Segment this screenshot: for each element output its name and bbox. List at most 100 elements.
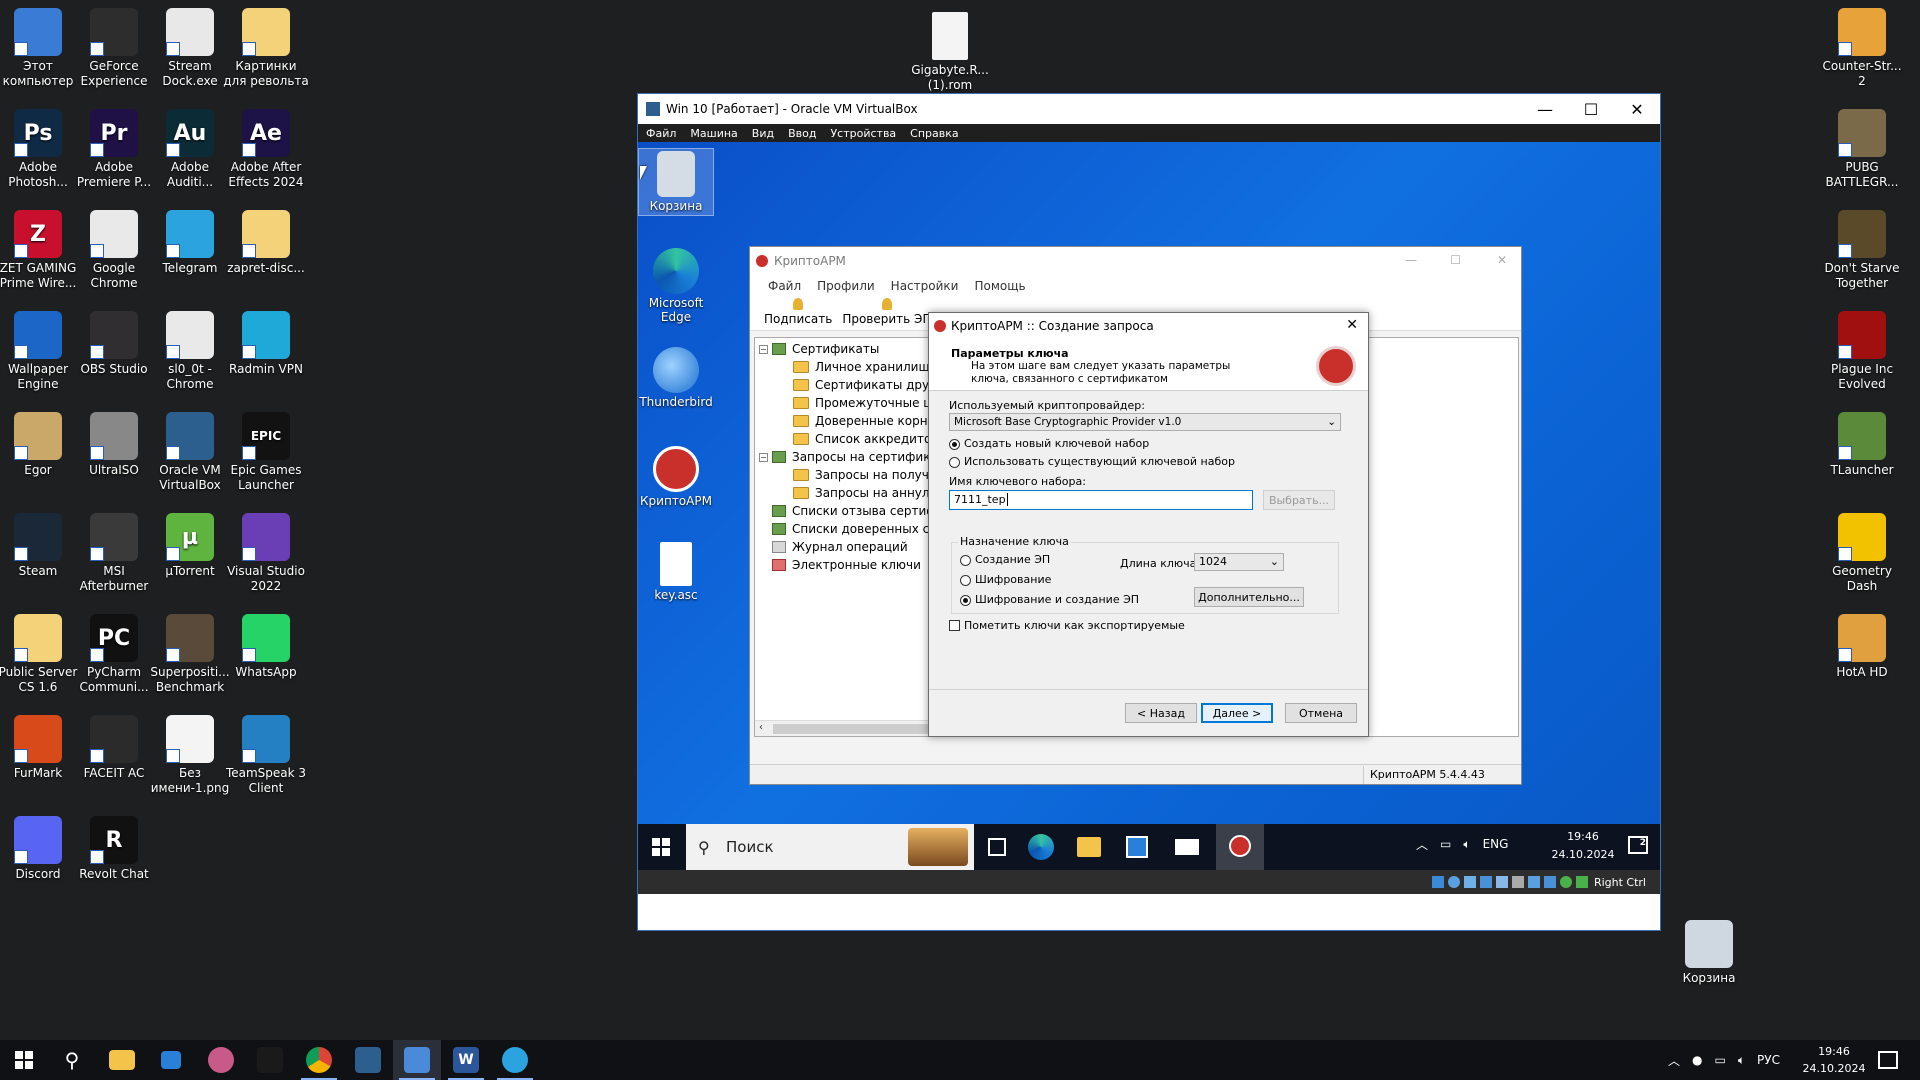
radio-create-new[interactable]: Создать новый ключевой набор [949,437,1149,450]
menu-settings[interactable]: Настройки [891,279,959,293]
guest-icon-thunderbird[interactable]: Thunderbird [638,345,716,409]
choose-button[interactable]: Выбрать... [1263,490,1335,510]
desktop-icon[interactable]: GeForce Experience [71,4,157,89]
speaker-icon[interactable]: 🔈︎ [1738,1053,1745,1068]
desktop-icon[interactable]: sl0_0t - Chrome [147,307,233,392]
radio-purpose-encrypt[interactable]: Шифрование [960,573,1051,586]
desktop-icon[interactable]: HotA HD [1819,610,1905,680]
scroll-thumb[interactable] [773,724,929,734]
menu-profiles[interactable]: Профили [817,279,875,293]
explorer-taskbar-icon[interactable] [1077,837,1101,857]
desktop-icon[interactable]: TeamSpeak 3 Client [223,711,309,796]
network-icon[interactable]: ▭ [1715,1053,1726,1067]
sign-button[interactable]: Подписать [764,298,832,326]
maximize-button[interactable]: ☐ [1450,253,1461,267]
desktop-icon[interactable]: FACEIT AC [71,711,157,781]
minimize-button[interactable]: — [1405,253,1417,267]
desktop-icon[interactable]: Pr Adobe Premiere P... [71,105,157,190]
guest-clock[interactable]: 19:46 24.10.2024 [1548,828,1618,864]
back-button[interactable]: < Назад [1125,703,1197,723]
scroll-left-icon[interactable]: ‹ [759,722,763,733]
chevron-up-icon[interactable]: ︿ [1416,836,1428,853]
desktop-icon[interactable]: OBS Studio [71,307,157,377]
desktop-icon[interactable]: WhatsApp [223,610,309,680]
desktop-icon[interactable]: TLauncher [1819,408,1905,478]
key-length-select[interactable]: 1024 ⌄ [1194,553,1284,571]
desktop-icon[interactable]: Корзина [1666,916,1752,986]
guest-search-box[interactable]: ⚲ Поиск [686,824,974,870]
search-button[interactable]: ⚲ [48,1040,96,1080]
desktop-icon[interactable]: Ps Adobe Photosh... [0,105,81,190]
desktop-icon[interactable]: PUBG BATTLEGR... [1819,105,1905,190]
app-taskbar-button-2[interactable] [197,1040,245,1080]
desktop-icon[interactable]: UltraISO [71,408,157,478]
desktop-icon[interactable]: Au Adobe Auditi... [147,105,233,190]
tree-expand-icon[interactable]: − [759,452,768,462]
desktop-icon[interactable]: zapret-disc... [223,206,309,276]
desktop-icon[interactable]: Без имени-1.png [147,711,233,796]
tree-expand-icon[interactable]: − [759,344,768,354]
desktop-icon[interactable]: Discord [0,812,81,882]
desktop-icon[interactable]: FurMark [0,711,81,781]
host-clock[interactable]: 19:46 24.10.2024 [1800,1043,1868,1077]
vbox-menu-input[interactable]: Ввод [788,127,816,140]
guest-icon-recycle-bin[interactable]: Корзина [638,148,714,216]
desktop-icon[interactable]: Telegram [147,206,233,276]
desktop-icon[interactable]: Plague Inc Evolved [1819,307,1905,392]
guest-icon-edge[interactable]: Microsoft Edge [638,246,716,324]
desktop-icon[interactable]: Superpositi... Benchmark [147,610,233,695]
desktop-icon[interactable]: Этот компьютер [0,4,81,89]
desktop-icon[interactable]: Geometry Dash [1819,509,1905,594]
cancel-button[interactable]: Отмена [1285,703,1357,723]
desktop-icon[interactable]: Stream Dock.exe [147,4,233,89]
notification-icon[interactable]: 2 [1628,836,1648,854]
desktop-icon[interactable]: Ae Adobe After Effects 2024 [223,105,309,190]
virtualbox-vm-taskbar-button[interactable] [393,1040,441,1080]
desktop-icon[interactable]: Counter-Str... 2 [1819,4,1905,89]
exportable-checkbox[interactable]: Пометить ключи как экспортируемые [949,619,1185,632]
provider-select[interactable]: Microsoft Base Cryptographic Provider v1… [949,413,1341,431]
vbox-menu-view[interactable]: Вид [752,127,774,140]
guest-lang[interactable]: ENG [1483,837,1509,851]
task-view-icon[interactable] [988,838,1006,856]
vbox-menu-devices[interactable]: Устройства [830,127,896,140]
host-lang[interactable]: РУС [1757,1053,1780,1067]
close-button[interactable]: ✕ [1497,253,1507,267]
windows-start-icon[interactable] [652,838,670,856]
network-icon[interactable]: ▭ [1440,837,1451,851]
desktop-icon[interactable]: µ µTorrent [147,509,233,579]
chevron-up-icon[interactable]: ︿ [1668,1052,1680,1069]
telegram-taskbar-button[interactable] [491,1040,539,1080]
advanced-button[interactable]: Дополнительно... [1194,587,1304,607]
desktop-icon[interactable]: Egor [0,408,81,478]
explorer-taskbar-button[interactable] [98,1040,146,1080]
virtualbox-taskbar-button[interactable] [344,1040,392,1080]
vbox-menu-file[interactable]: Файл [646,127,676,140]
mail-taskbar-icon[interactable] [1175,839,1199,855]
desktop-icon-gigabyte-rom[interactable]: Gigabyte.R... (1).rom [907,8,993,93]
desktop-icon[interactable]: MSI Afterburner [71,509,157,594]
desktop-icon[interactable]: Oracle VM VirtualBox [147,408,233,493]
edge-taskbar-icon[interactable] [1028,834,1054,860]
store-taskbar-icon[interactable] [1126,836,1148,858]
vbox-titlebar[interactable]: Win 10 [Работает] - Oracle VM VirtualBox… [638,94,1660,124]
create-request-dialog[interactable]: КриптоАРМ :: Создание запроса ✕ Параметр… [928,312,1369,737]
vbox-menu-machine[interactable]: Машина [690,127,737,140]
radio-use-existing[interactable]: Использовать существующий ключевой набор [949,455,1235,468]
desktop-icon[interactable]: Z ZET GAMING Prime Wire... [0,206,81,291]
app-taskbar-button-3[interactable] [246,1040,294,1080]
desktop-icon[interactable]: PC PyCharm Communi... [71,610,157,695]
desktop-icon[interactable]: Google Chrome [71,206,157,291]
menu-file[interactable]: Файл [768,279,801,293]
menu-help[interactable]: Помощь [974,279,1025,293]
close-button[interactable]: ✕ [1614,94,1660,124]
desktop-icon[interactable]: EPIC Epic Games Launcher [223,408,309,493]
vbox-menu-help[interactable]: Справка [910,127,958,140]
start-button[interactable] [0,1040,48,1080]
guest-icon-key-asc[interactable]: key.asc [638,540,716,602]
desktop-icon[interactable]: Visual Studio 2022 [223,509,309,594]
maximize-button[interactable]: ☐ [1568,94,1614,124]
speaker-icon[interactable]: 🔈︎ [1463,837,1470,852]
minimize-button[interactable]: — [1522,94,1568,124]
desktop-icon[interactable]: Steam [0,509,81,579]
